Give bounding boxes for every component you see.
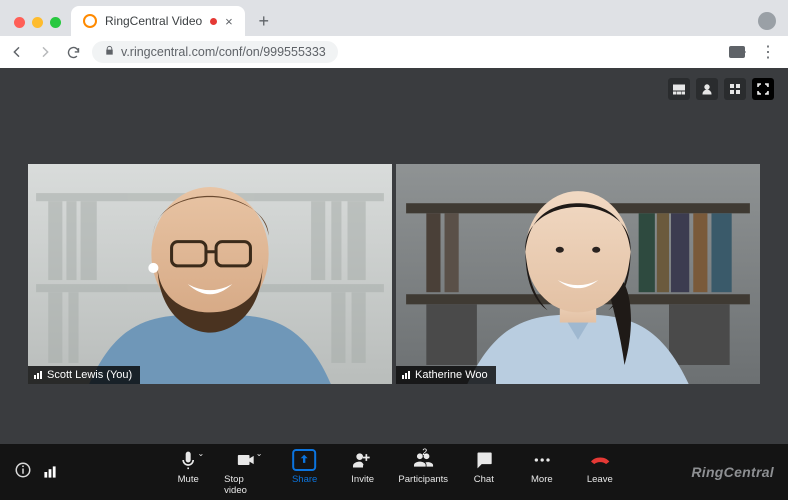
reload-button[interactable]: [64, 43, 82, 61]
speaker-view-button[interactable]: [696, 78, 718, 100]
main-controls: ⌄ Mute ⌄ Stop video Share: [166, 449, 622, 496]
view-controls: [668, 78, 774, 100]
video-tile[interactable]: Katherine Woo: [396, 164, 760, 384]
browser-menu-button[interactable]: ⋮: [756, 42, 780, 62]
signal-icon: [402, 371, 410, 379]
mute-button[interactable]: ⌄ Mute: [166, 449, 210, 496]
camera-indicator-icon[interactable]: [728, 43, 746, 61]
chevron-down-icon: ⌄: [197, 449, 204, 458]
more-button[interactable]: More: [520, 449, 564, 496]
leave-button[interactable]: Leave: [578, 449, 622, 496]
profile-avatar-button[interactable]: [758, 12, 776, 30]
minimize-window-button[interactable]: [32, 17, 43, 28]
tab-favicon: [83, 14, 97, 28]
fullscreen-button[interactable]: [752, 78, 774, 100]
new-tab-button[interactable]: +: [251, 8, 277, 34]
close-window-button[interactable]: [14, 17, 25, 28]
recording-indicator-icon: [210, 18, 217, 25]
tab-title: RingCentral Video: [105, 14, 202, 28]
control-label: Stop video: [224, 474, 268, 496]
address-bar-row: v.ringcentral.com/conf/on/999555333 ⋮: [0, 36, 788, 68]
control-label: Participants: [398, 474, 448, 485]
control-label: Leave: [587, 474, 613, 485]
chevron-down-icon: ⌄: [256, 449, 263, 458]
control-label: More: [531, 474, 553, 485]
browser-tab-bar: RingCentral Video × +: [0, 0, 788, 36]
maximize-window-button[interactable]: [50, 17, 61, 28]
control-bar: ⌄ Mute ⌄ Stop video Share: [0, 444, 788, 500]
signal-quality-button[interactable]: [46, 463, 54, 481]
gallery-view-button[interactable]: [724, 78, 746, 100]
signal-icon: [34, 371, 42, 379]
url-text: v.ringcentral.com/conf/on/999555333: [121, 45, 326, 59]
window-controls: [8, 17, 71, 36]
forward-button[interactable]: [36, 43, 54, 61]
back-button[interactable]: [8, 43, 26, 61]
browser-chrome: RingCentral Video × + v.ringcentral.com/…: [0, 0, 788, 68]
control-label: Mute: [178, 474, 199, 485]
video-tile[interactable]: Scott Lewis (You): [28, 164, 392, 384]
invite-button[interactable]: Invite: [341, 449, 385, 496]
participant-name: Scott Lewis (You): [47, 369, 132, 381]
control-label: Invite: [351, 474, 374, 485]
control-label: Chat: [474, 474, 494, 485]
participant-nameplate: Scott Lewis (You): [28, 366, 140, 384]
participants-button[interactable]: 2 Participants: [399, 449, 448, 496]
video-grid: Scott Lewis (You): [28, 164, 760, 384]
chat-button[interactable]: Chat: [462, 449, 506, 496]
participant-name: Katherine Woo: [415, 369, 488, 381]
control-label: Share: [292, 474, 317, 485]
stop-video-button[interactable]: ⌄ Stop video: [224, 449, 268, 496]
info-button[interactable]: [14, 461, 32, 484]
share-button[interactable]: Share: [283, 449, 327, 496]
close-tab-button[interactable]: ×: [225, 14, 233, 29]
lock-icon: [104, 45, 115, 59]
filmstrip-view-button[interactable]: [668, 78, 690, 100]
participant-video: [28, 164, 392, 384]
address-bar[interactable]: v.ringcentral.com/conf/on/999555333: [92, 41, 338, 63]
brand-logo: RingCentral: [691, 464, 774, 480]
participant-video: [396, 164, 760, 384]
participant-nameplate: Katherine Woo: [396, 366, 496, 384]
video-conference-app: Scott Lewis (You): [0, 68, 788, 500]
participants-count-badge: 2: [422, 447, 427, 457]
browser-tab[interactable]: RingCentral Video ×: [71, 6, 245, 36]
